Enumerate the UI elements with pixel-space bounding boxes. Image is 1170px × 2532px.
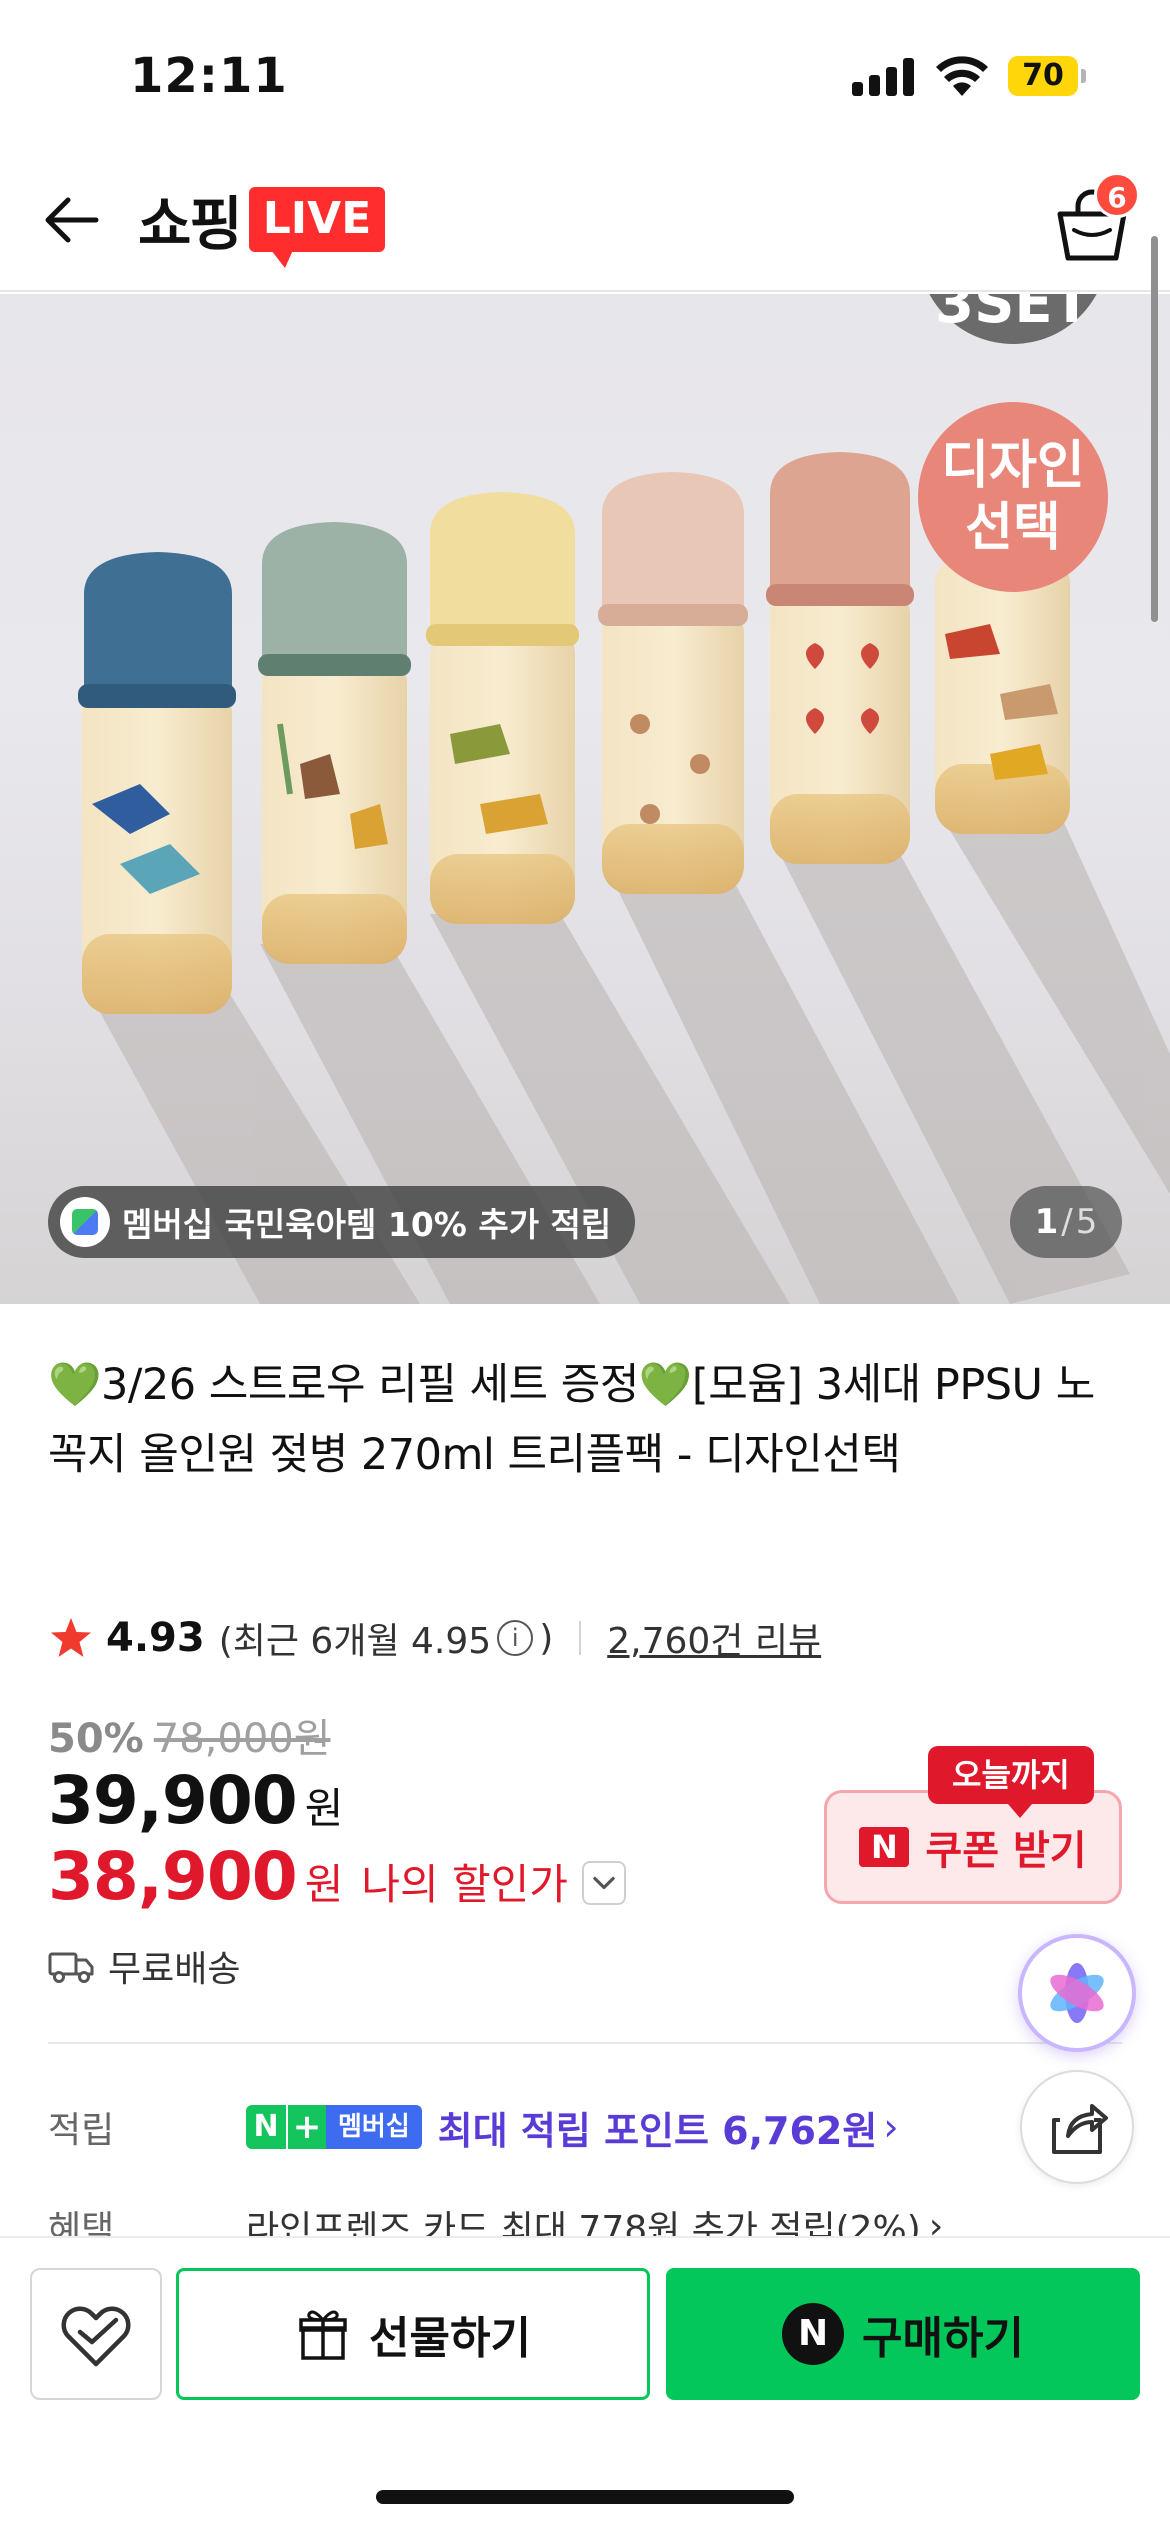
sparkle-icon — [1050, 1963, 1104, 2023]
naver-plus-icon — [60, 1197, 110, 1247]
heart-check-icon — [61, 2306, 131, 2367]
page-total: 5 — [1075, 1202, 1098, 1242]
star-icon — [51, 1618, 91, 1657]
coupon-label: 쿠폰 받기 — [925, 1828, 1087, 1874]
wifi-icon — [936, 56, 988, 96]
bottom-action-bar: 선물하기 N 구매하기 — [0, 2236, 1170, 2532]
shopping-live-logo[interactable]: 쇼핑 LIVE — [138, 174, 386, 268]
chevron-down-icon[interactable] — [581, 1861, 626, 1905]
points-label: 적립 — [48, 2110, 115, 2151]
page-current: 1 — [1034, 1202, 1059, 1242]
home-indicator[interactable] — [376, 2490, 794, 2504]
price-unit: 원 — [304, 1784, 344, 1833]
product-image-carousel[interactable]: 3SET 디자인 선택 멤버십 국민육아템 10% 추가 적립 1/5 — [0, 294, 1170, 1304]
coupon-button[interactable]: N 쿠폰 받기 — [824, 1790, 1122, 1904]
battery-icon: 70 — [1008, 56, 1086, 96]
section-divider — [48, 2042, 1122, 2044]
naver-pay-icon: N — [782, 2303, 845, 2365]
naver-plus-membership-badge: N + 멤버십 — [246, 2105, 422, 2149]
chevron-right-icon: › — [883, 2105, 899, 2149]
cart-count-badge: 6 — [1094, 172, 1140, 218]
discount-row: 50% 78,000원 — [48, 1706, 331, 1764]
buy-label: 구매하기 — [862, 2313, 1024, 2364]
back-arrow-icon[interactable] — [36, 182, 112, 258]
status-bar: 12:11 70 — [0, 0, 1170, 150]
my-price-label: 나의 할인가 — [361, 1860, 568, 1909]
max-points-text: 최대 적립 포인트 6,762원 — [437, 2108, 878, 2153]
page-separator: / — [1061, 1202, 1073, 1242]
my-price-unit: 원 — [304, 1860, 344, 1909]
gift-label: 선물하기 — [369, 2313, 531, 2364]
ai-assistant-button[interactable] — [1018, 1934, 1136, 2052]
naver-coupon-icon: N — [859, 1827, 910, 1867]
price-row: 39,900 원 — [48, 1762, 343, 1839]
shipping-row: 무료배송 — [48, 1940, 240, 1992]
truck-icon — [48, 1952, 94, 1983]
design-select-badge: 디자인 선택 — [918, 402, 1108, 592]
status-time: 12:11 — [130, 48, 288, 104]
my-discount-price: 38,900 — [48, 1838, 298, 1915]
wishlist-button[interactable] — [30, 2268, 162, 2400]
product-title: 💚3/26 스트로우 리필 세트 증정💚[모윰] 3세대 PPSU 노꼭지 올인… — [48, 1360, 1095, 1480]
rating-score: 4.93 — [106, 1615, 205, 1661]
info-icon[interactable]: i — [497, 1620, 534, 1656]
divider — [579, 1621, 582, 1655]
coupon-deadline-tag: 오늘까지 — [928, 1746, 1094, 1818]
share-button[interactable] — [1020, 2070, 1134, 2184]
share-icon — [1052, 2104, 1108, 2154]
membership-benefit-pill[interactable]: 멤버십 국민육아템 10% 추가 적립 — [48, 1186, 636, 1258]
gift-icon — [299, 2310, 347, 2360]
image-page-counter: 1/5 — [1010, 1186, 1122, 1258]
scrollbar[interactable] — [1151, 236, 1158, 622]
membership-pill-text: 멤버십 국민육아템 10% 추가 적립 — [122, 1205, 612, 1244]
live-badge: LIVE — [248, 186, 386, 268]
review-count-link[interactable]: 2,760건 리뷰 — [607, 1612, 821, 1664]
rating-row: 4.93 (최근 6개월 4.95 i ) 2,760건 리뷰 — [48, 1608, 821, 1668]
brand-text: 쇼핑 — [138, 190, 243, 258]
points-row[interactable]: 적립 N + 멤버십 최대 적립 포인트 6,762원 › — [48, 2092, 899, 2162]
discount-rate: 50% — [48, 1716, 144, 1762]
recent-rating: (최근 6개월 4.95 — [218, 1621, 492, 1662]
gift-button[interactable]: 선물하기 — [176, 2268, 650, 2400]
battery-level: 70 — [1008, 56, 1078, 96]
design-badge-line2: 선택 — [965, 498, 1061, 558]
shipping-text: 무료배송 — [108, 1949, 241, 1990]
signal-icon — [852, 58, 914, 96]
badge-membership: 멤버십 — [326, 2105, 422, 2149]
app-header: 쇼핑 LIVE 6 — [0, 150, 1170, 292]
design-badge-line1: 디자인 — [941, 436, 1085, 496]
buy-button[interactable]: N 구매하기 — [666, 2268, 1140, 2400]
badge-n: N — [246, 2105, 286, 2149]
sale-price: 39,900 — [48, 1762, 298, 1839]
recent-rating-close: ) — [539, 1617, 554, 1659]
my-price-row[interactable]: 38,900 원 나의 할인가 — [48, 1838, 626, 1915]
original-price: 78,000원 — [153, 1716, 331, 1762]
badge-plus: + — [286, 2105, 326, 2149]
